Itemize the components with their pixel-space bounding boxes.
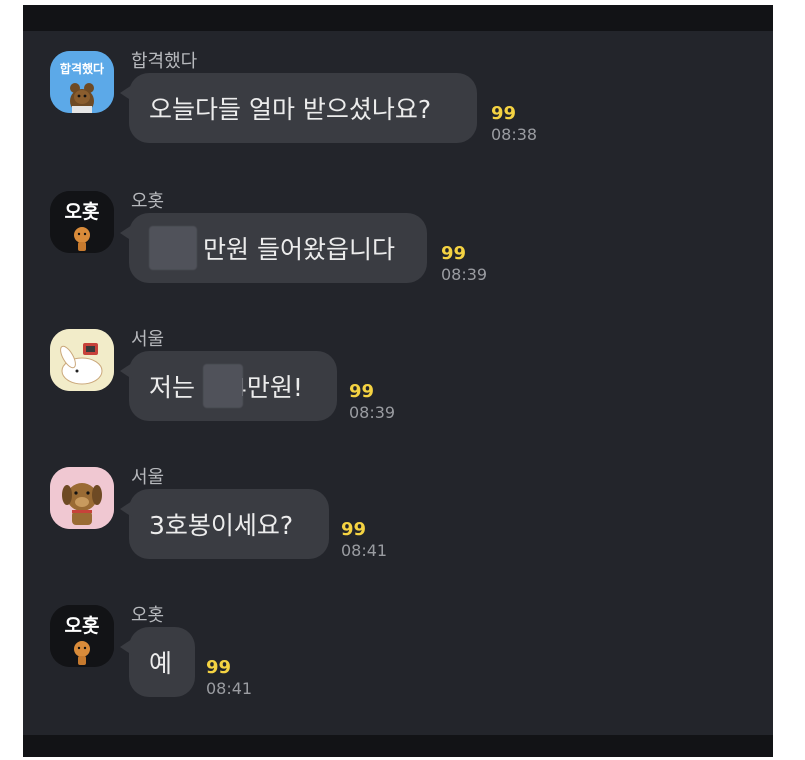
sender-name: 오홋	[131, 605, 165, 626]
message-text: 오늘다들 얼마 받으셨나요?	[149, 95, 432, 124]
message-meta: 99 08:41	[206, 657, 252, 699]
timestamp: 08:39	[349, 403, 396, 422]
message-text: 예	[149, 649, 173, 678]
chat-window: 합격했다 합격했다 오늘다들 얼마 받으셨나요? 99 08:38 오홋 오홋 …	[23, 5, 773, 757]
redacted-amount	[149, 226, 197, 270]
message-bubble[interactable]: 오늘다들 얼마 받으셨나요?	[120, 73, 477, 143]
unread-count: 99	[349, 381, 375, 402]
profile-avatar[interactable]	[50, 329, 114, 391]
profile-avatar[interactable]: 합격했다	[50, 51, 114, 113]
message-meta: 99 08:39	[441, 243, 487, 285]
message-meta: 99 08:41	[341, 519, 387, 561]
message-text: 3호봉이세요?	[149, 511, 294, 540]
avatar-label: 오홋	[64, 615, 100, 637]
sender-name: 오홋	[131, 191, 165, 212]
avatar-label: 합격했다	[59, 62, 105, 76]
timestamp: 08:38	[491, 125, 538, 144]
profile-avatar[interactable]	[50, 467, 114, 529]
dog-avatar-icon	[50, 467, 114, 529]
timestamp: 08:39	[441, 265, 488, 284]
message-bubble[interactable]: 예	[120, 627, 195, 697]
profile-avatar[interactable]: 오홋	[50, 605, 114, 667]
unread-count: 99	[341, 519, 367, 540]
message-bubble[interactable]: 3호봉이세요?	[120, 489, 329, 559]
message-bubble[interactable]: 저는 4만원!	[120, 351, 337, 421]
profile-avatar[interactable]: 오홋	[50, 191, 114, 253]
unread-count: 99	[491, 103, 517, 124]
sender-name: 서울	[131, 329, 165, 350]
rabbit-avatar-icon	[50, 329, 114, 391]
message-meta: 99 08:39	[349, 381, 395, 423]
redacted-amount	[203, 364, 244, 408]
sender-name: 서울	[131, 467, 165, 488]
timestamp: 08:41	[206, 679, 253, 698]
timestamp: 08:41	[341, 541, 388, 560]
bottom-bar	[23, 735, 773, 757]
message-meta: 99 08:38	[491, 103, 537, 145]
top-bar	[23, 5, 773, 31]
message-text-before: 저는	[149, 373, 196, 402]
unread-count: 99	[441, 243, 467, 264]
message-bubble[interactable]: 만원 들어왔읍니다	[120, 213, 427, 283]
message-text: 만원 들어왔읍니다	[203, 235, 395, 264]
avatar-label: 오홋	[64, 201, 100, 223]
unread-count: 99	[206, 657, 232, 678]
sender-name: 합격했다	[131, 51, 198, 72]
